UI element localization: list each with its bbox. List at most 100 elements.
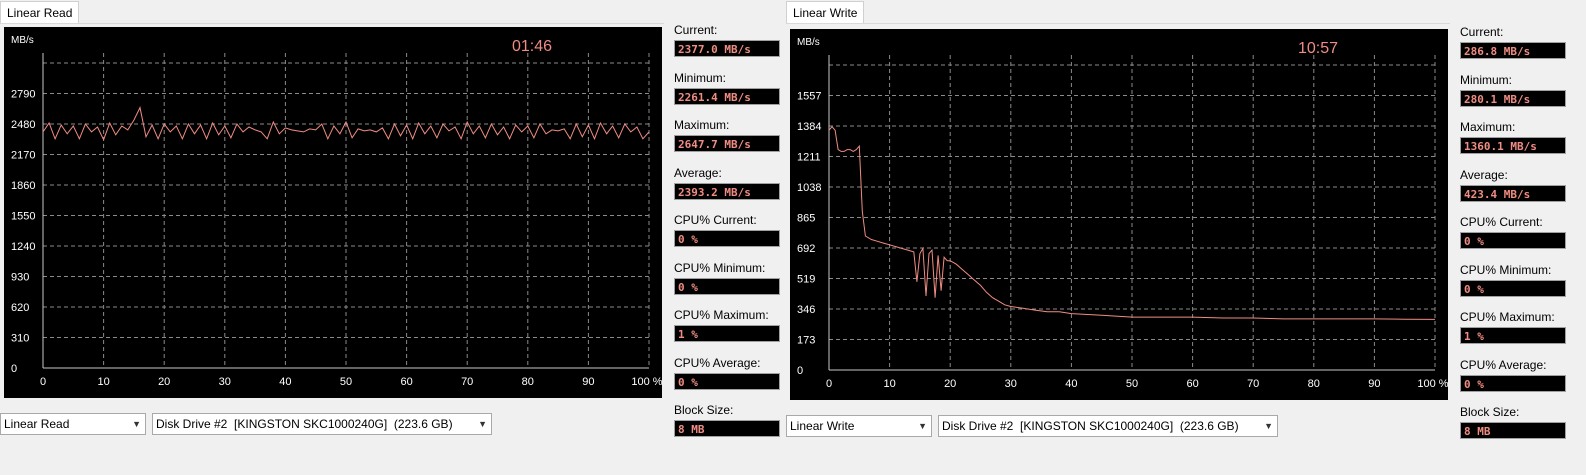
stat-label: CPU% Average: <box>1460 357 1547 372</box>
read-drive-select-value: Disk Drive #2 [KINGSTON SKC1000240G] (22… <box>156 417 453 431</box>
y-unit-label: MB/s <box>797 37 820 48</box>
stat-label: Average: <box>1460 167 1508 182</box>
y-tick-label: 1860 <box>11 180 35 192</box>
y-tick-label: 310 <box>11 333 29 345</box>
chevron-down-icon: ▼ <box>478 419 487 429</box>
stat-value: 0 % <box>674 230 780 247</box>
x-tick-label: 40 <box>279 376 291 388</box>
stat-value: 280.1 MB/s <box>1460 89 1566 107</box>
y-tick-label: 1384 <box>797 121 821 133</box>
y-tick-label: 1557 <box>797 91 821 103</box>
stat-label: Block Size: <box>1460 405 1520 419</box>
stat-label: CPU% Maximum: <box>674 308 769 322</box>
write-chart-svg: MB/s 10:57 0 173 346 519 692 865 1038 1211 1384 155… <box>797 37 1448 390</box>
tab-strip-divider <box>786 23 1450 24</box>
x-tick-label: 30 <box>219 376 231 388</box>
stat-value: 0 % <box>1460 374 1566 392</box>
y-tick-label: 865 <box>797 213 815 225</box>
read-chart: MB/s 01:46 0 310 620 930 1240 1550 1860 2170 2480 2… <box>4 27 662 398</box>
y-tick-label: 173 <box>797 335 815 347</box>
stat-value: 0 % <box>674 277 780 295</box>
x-tick-label: 20 <box>944 378 956 390</box>
stat-value: 8 MB <box>674 420 780 437</box>
read-mode-select[interactable]: Linear Read ▼ <box>0 413 146 435</box>
stat-value: 1 % <box>1460 327 1566 344</box>
y-tick-label: 1211 <box>797 152 821 164</box>
stat-value: 1360.1 MB/s <box>1460 137 1566 154</box>
x-tick-label: 60 <box>400 376 412 388</box>
write-drive-select[interactable]: Disk Drive #2 [KINGSTON SKC1000240G] (22… <box>938 415 1278 437</box>
elapsed-timer: 01:46 <box>512 38 552 55</box>
x-tick-label: 80 <box>522 376 534 388</box>
y-tick-label: 1550 <box>11 211 35 223</box>
stat-label: Minimum: <box>674 70 727 85</box>
x-tick-label: 10 <box>97 376 109 388</box>
y-tick-label: 2170 <box>11 150 35 162</box>
y-tick-label: 1240 <box>11 241 35 253</box>
x-tick-label: 0 <box>826 378 832 390</box>
stat-label: CPU% Maximum: <box>1460 310 1555 324</box>
y-tick-label: 1038 <box>797 182 821 194</box>
linear-read-panel: Linear Read MB/s 01:46 0 310 620 930 1240 1550 1… <box>0 0 786 475</box>
y-tick-label: 2790 <box>11 89 35 101</box>
y-tick-label: 930 <box>11 272 29 284</box>
x-tick-label: 90 <box>1368 378 1380 390</box>
write-mode-select[interactable]: Linear Write ▼ <box>786 415 932 437</box>
read-chart-svg: MB/s 01:46 0 310 620 930 1240 1550 1860 2170 2480 2… <box>11 35 662 388</box>
stat-value: 286.8 MB/s <box>1460 42 1566 59</box>
stat-value: 1 % <box>674 325 780 342</box>
stat-label: CPU% Minimum: <box>674 260 766 275</box>
x-tick-label: 10 <box>883 378 895 390</box>
stat-value: 2647.7 MB/s <box>674 135 780 152</box>
stat-label: Maximum: <box>674 118 730 132</box>
write-mode-select-value: Linear Write <box>790 419 855 433</box>
stat-value: 423.4 MB/s <box>1460 184 1566 202</box>
chevron-down-icon: ▼ <box>918 421 927 431</box>
elapsed-timer: 10:57 <box>1298 40 1338 57</box>
y-unit-label: MB/s <box>11 35 34 46</box>
stat-value: 0 % <box>1460 232 1566 249</box>
stat-label: Maximum: <box>1460 120 1516 134</box>
x-tick-label: 100 % <box>631 376 662 388</box>
stat-value: 2261.4 MB/s <box>674 87 780 105</box>
y-tick-label: 692 <box>797 243 815 255</box>
stat-value: 8 MB <box>1460 422 1566 439</box>
stat-value: 0 % <box>1460 279 1566 297</box>
read-mode-select-value: Linear Read <box>4 417 70 431</box>
stat-label: Average: <box>674 165 722 180</box>
stat-value: 2377.0 MB/s <box>674 40 780 57</box>
stat-value: 2393.2 MB/s <box>674 182 780 200</box>
stat-label: CPU% Average: <box>674 355 761 370</box>
stat-label: Block Size: <box>674 403 734 417</box>
write-drive-select-value: Disk Drive #2 [KINGSTON SKC1000240G] (22… <box>942 419 1239 433</box>
stat-label: Minimum: <box>1460 72 1513 87</box>
x-tick-label: 60 <box>1186 378 1198 390</box>
tab-linear-read[interactable]: Linear Read <box>0 1 80 23</box>
read-drive-select[interactable]: Disk Drive #2 [KINGSTON SKC1000240G] (22… <box>152 413 492 435</box>
x-tick-label: 20 <box>158 376 170 388</box>
linear-write-panel: Linear Write MB/s 10:57 0 173 346 519 692 865 10… <box>786 0 1586 475</box>
x-tick-label: 70 <box>461 376 473 388</box>
y-tick-label: 346 <box>797 304 815 316</box>
stat-label: CPU% Current: <box>674 213 757 227</box>
x-tick-label: 100 % <box>1417 378 1448 390</box>
x-tick-label: 30 <box>1005 378 1017 390</box>
x-tick-label: 50 <box>340 376 352 388</box>
x-tick-label: 50 <box>1126 378 1138 390</box>
stat-label: Current: <box>674 23 718 37</box>
x-tick-label: 90 <box>582 376 594 388</box>
y-tick-label: 2480 <box>11 119 35 131</box>
x-tick-label: 70 <box>1247 378 1259 390</box>
stat-value: 0 % <box>674 372 780 390</box>
x-tick-label: 40 <box>1065 378 1077 390</box>
stat-label: CPU% Minimum: <box>1460 262 1552 277</box>
y-tick-label: 620 <box>11 302 29 314</box>
chevron-down-icon: ▼ <box>132 419 141 429</box>
y-tick-label: 519 <box>797 274 815 286</box>
stat-label: Current: <box>1460 25 1504 39</box>
write-chart: MB/s 10:57 0 173 346 519 692 865 1038 1211 1384 155… <box>790 29 1448 400</box>
x-tick-label: 0 <box>40 376 46 388</box>
tab-linear-write[interactable]: Linear Write <box>786 1 865 23</box>
x-tick-label: 80 <box>1308 378 1320 390</box>
chevron-down-icon: ▼ <box>1264 421 1273 431</box>
